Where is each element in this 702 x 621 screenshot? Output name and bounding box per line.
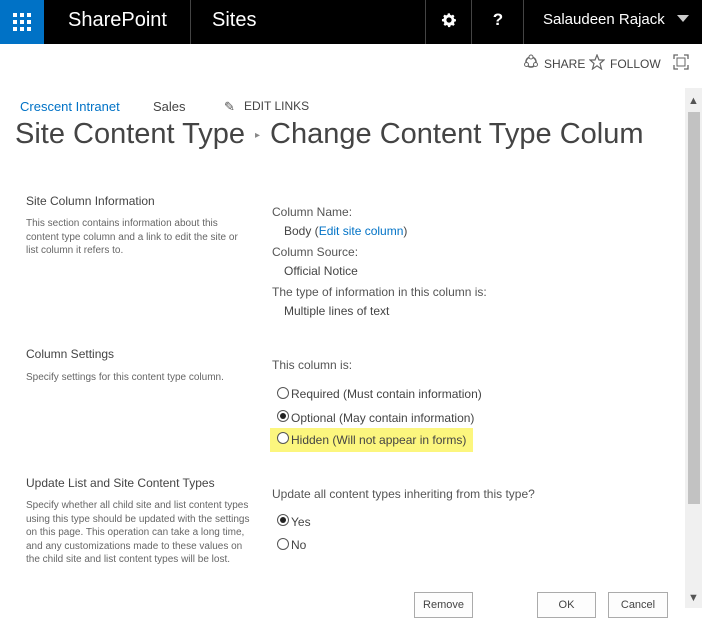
section-title: Update List and Site Content Types (26, 476, 215, 490)
chevron-down-icon[interactable] (677, 15, 689, 22)
share-button[interactable]: SHARE (544, 57, 585, 71)
cancel-button[interactable]: Cancel (608, 592, 668, 618)
app-launcher-icon[interactable] (0, 0, 44, 44)
divider (425, 0, 426, 44)
page-title: Site Content Type ▸ Change Content Type Co… (0, 110, 684, 160)
column-name-value: Body (Edit site column) (284, 224, 408, 238)
radio-label-required[interactable]: Required (Must contain information) (291, 387, 482, 401)
section-description: Specify whether all child site and list … (26, 500, 250, 565)
divider (471, 0, 472, 44)
radio-no[interactable] (277, 538, 289, 550)
radio-label-yes[interactable]: Yes (291, 515, 311, 529)
app-name[interactable]: SharePoint (68, 0, 167, 44)
radio-required[interactable] (277, 387, 289, 399)
action-bar: SHARE FOLLOW (0, 44, 702, 82)
scroll-down-icon[interactable]: ▼ (688, 592, 699, 604)
follow-button[interactable]: FOLLOW (610, 57, 661, 71)
type-label: The type of information in this column i… (272, 285, 487, 299)
type-value: Multiple lines of text (284, 304, 390, 318)
radio-label-hidden[interactable]: Hidden (Will not appear in forms) (291, 433, 466, 447)
focus-on-content-icon[interactable] (673, 54, 689, 75)
scroll-up-icon[interactable]: ▲ (688, 95, 699, 107)
title-current: Change Content Type Colum (270, 118, 644, 150)
suite-bar: SharePoint Sites ? Salaudeen Rajack (0, 0, 702, 44)
remove-button[interactable]: Remove (414, 592, 473, 618)
radio-label-optional[interactable]: Optional (May contain information) (291, 411, 474, 425)
radio-hidden[interactable] (277, 432, 289, 444)
edit-site-column-link[interactable]: Edit site column (319, 224, 404, 238)
radio-label-no[interactable]: No (291, 538, 306, 552)
column-source-value: Official Notice (284, 264, 358, 278)
column-source-label: Column Source: (272, 245, 359, 259)
gear-icon[interactable] (427, 0, 471, 44)
share-icon[interactable] (523, 54, 539, 75)
section-title: Site Column Information (26, 194, 155, 208)
help-icon[interactable]: ? (476, 0, 520, 44)
divider (523, 0, 524, 44)
star-icon[interactable] (588, 53, 606, 75)
update-prompt: Update all content types inheriting from… (272, 487, 535, 501)
sites-link[interactable]: Sites (212, 0, 256, 44)
breadcrumb-separator-icon: ▸ (255, 129, 261, 141)
radio-yes[interactable] (277, 514, 289, 526)
title-breadcrumb-parent[interactable]: Site Content Type (15, 118, 245, 150)
scrollbar-thumb[interactable] (688, 112, 700, 504)
column-name-label: Column Name: (272, 205, 353, 219)
section-title: Column Settings (26, 347, 115, 361)
column-setting-prompt: This column is: (272, 358, 353, 372)
section-description: This section contains information about … (26, 218, 238, 256)
section-description: Specify settings for this content type c… (26, 372, 224, 383)
divider (190, 0, 191, 44)
ok-button[interactable]: OK (537, 592, 596, 618)
radio-optional[interactable] (277, 410, 289, 422)
user-name[interactable]: Salaudeen Rajack (543, 0, 665, 44)
